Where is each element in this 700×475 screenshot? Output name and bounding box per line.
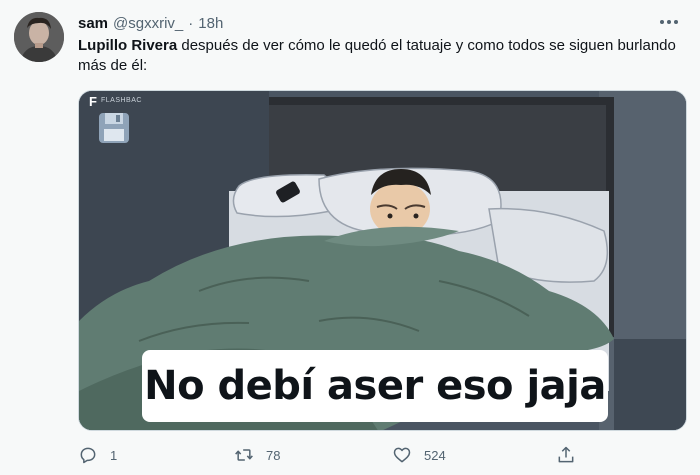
separator: · [188, 14, 194, 32]
watermark-logo: F [89, 94, 97, 109]
tweet-text-bold: Lupillo Rivera [78, 37, 178, 54]
reply-count: 1 [110, 447, 118, 463]
meme-caption: No debí aser eso jaja [144, 363, 606, 409]
reply-button[interactable]: 1 [78, 443, 117, 467]
media-image[interactable]: F FLASHBAC No debí aser eso jaja [78, 90, 687, 431]
tweet-actions: 1 78 524 [78, 443, 598, 467]
more-options-button[interactable] [656, 12, 682, 32]
tweet-text: Lupillo Rivera después de ver cómo le qu… [78, 36, 678, 76]
like-button[interactable]: 524 [392, 443, 446, 467]
author-name[interactable]: sam [78, 15, 108, 32]
meme-caption-box: No debí aser eso jaja [142, 350, 608, 422]
avatar[interactable] [14, 12, 64, 62]
share-icon [558, 446, 574, 463]
author-handle[interactable]: @sgxxriv_ [113, 15, 183, 32]
reply-icon [80, 447, 96, 464]
share-button[interactable] [556, 443, 576, 467]
tweet[interactable]: sam @sgxxriv_ · 18h Lupillo Rivera despu… [0, 0, 700, 475]
tweet-header: sam @sgxxriv_ · 18h [78, 13, 223, 33]
heart-icon [393, 447, 411, 463]
like-count: 524 [424, 447, 446, 463]
retweet-button[interactable]: 78 [234, 443, 280, 467]
more-dots-icon [660, 20, 678, 24]
floppy-disk-icon [99, 113, 129, 143]
retweet-count: 78 [266, 447, 281, 463]
retweet-icon [235, 449, 253, 461]
watermark-text: FLASHBAC [101, 97, 142, 104]
timestamp[interactable]: 18h [198, 15, 223, 32]
